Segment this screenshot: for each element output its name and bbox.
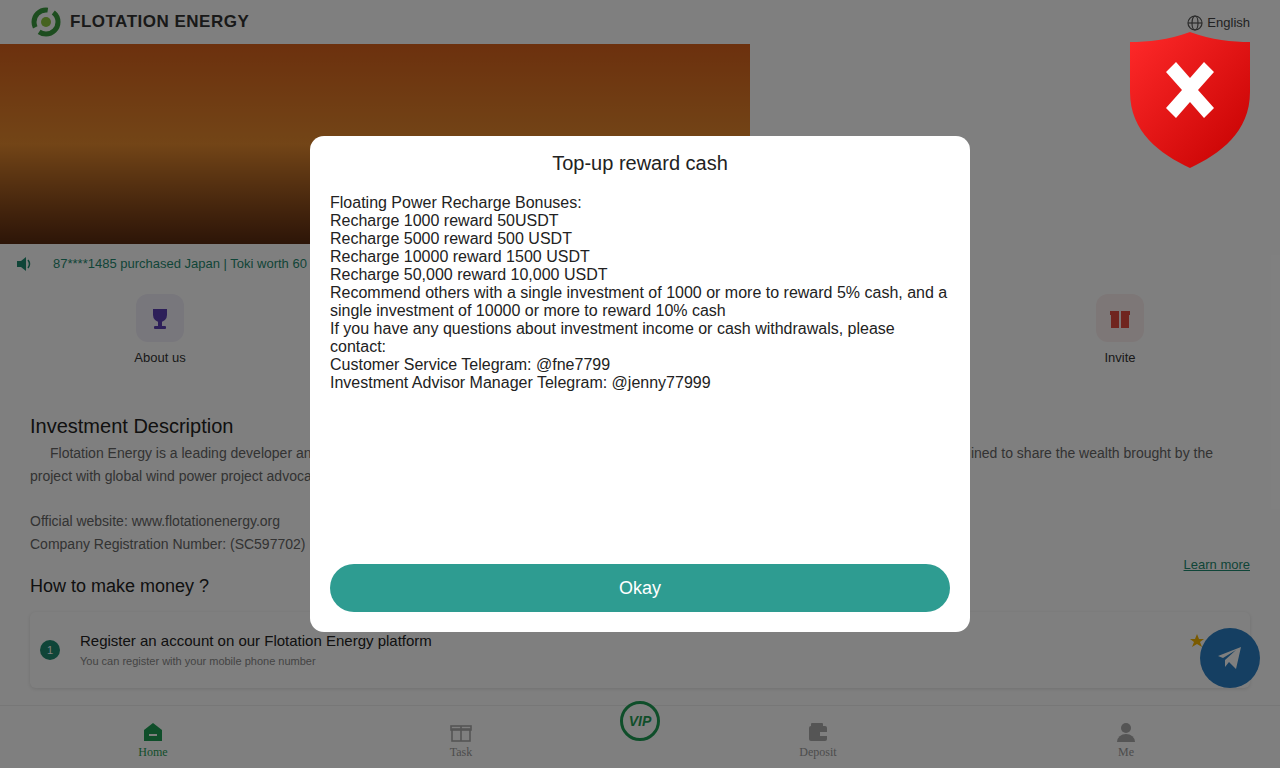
modal-line: Recharge 50,000 reward 10,000 USDT bbox=[330, 266, 950, 284]
modal-line: Customer Service Telegram: @fne7799 bbox=[330, 356, 950, 374]
modal-line: Recharge 10000 reward 1500 USDT bbox=[330, 248, 950, 266]
okay-button[interactable]: Okay bbox=[330, 564, 950, 612]
warning-shield-icon bbox=[1128, 30, 1252, 170]
modal-line: If you have any questions about investme… bbox=[330, 320, 950, 356]
modal-line: Floating Power Recharge Bonuses: bbox=[330, 194, 950, 212]
reward-modal: Top-up reward cash Floating Power Recharg… bbox=[310, 136, 970, 632]
modal-line: Recharge 1000 reward 50USDT bbox=[330, 212, 950, 230]
modal-body: Floating Power Recharge Bonuses:Recharge… bbox=[330, 194, 950, 564]
modal-title: Top-up reward cash bbox=[330, 136, 950, 177]
modal-line: Investment Advisor Manager Telegram: @je… bbox=[330, 374, 950, 392]
modal-line: Recommend others with a single investmen… bbox=[330, 284, 950, 320]
modal-line: Recharge 5000 reward 500 USDT bbox=[330, 230, 950, 248]
